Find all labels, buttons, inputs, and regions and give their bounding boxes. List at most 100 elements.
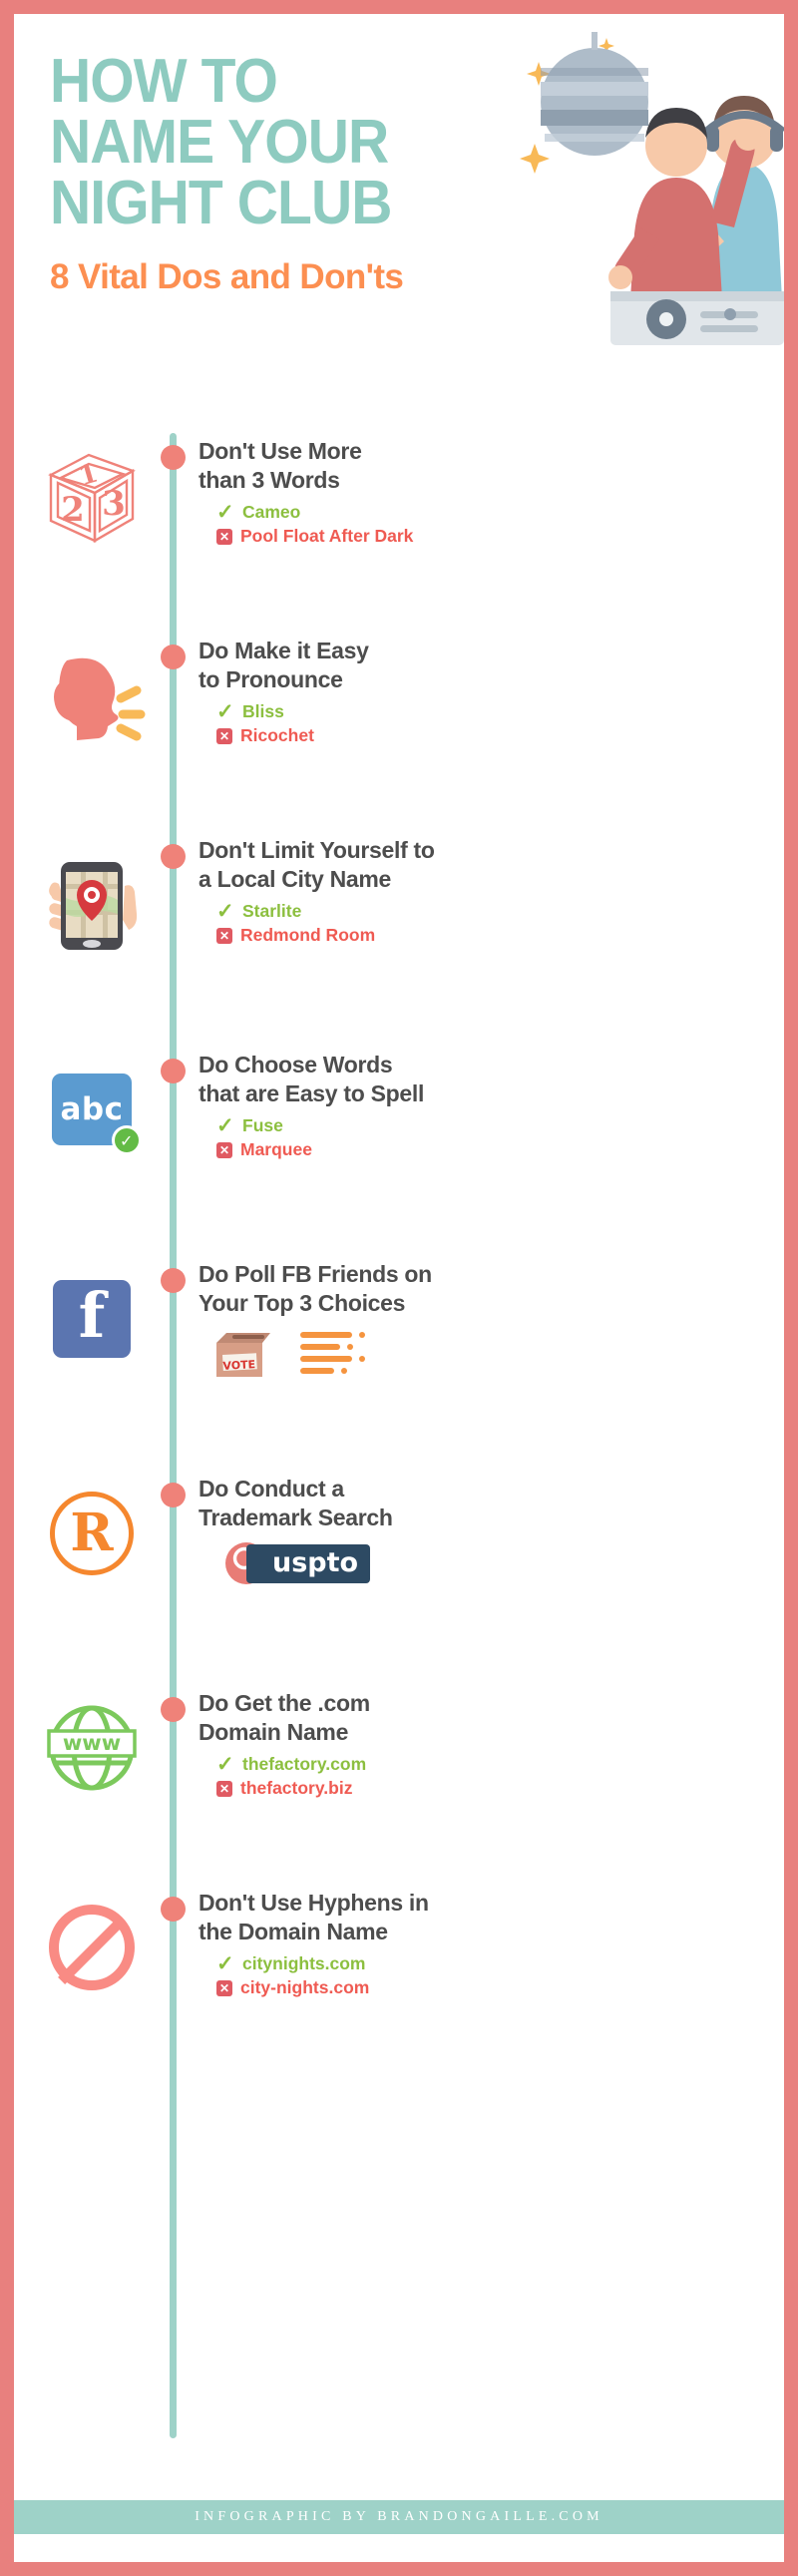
item-examples: ✓ citynights.com ✕ city-nights.com <box>199 1953 784 1998</box>
no-symbol <box>49 1905 135 1990</box>
cross-icon: ✕ <box>216 927 232 944</box>
timeline-dot <box>161 1697 186 1722</box>
list-item: f Do Poll FB Friends on Your Top 3 Choic… <box>14 1256 784 1471</box>
item-icon-cell: R <box>14 1471 170 1588</box>
list-item: Don't Use Hyphens in the Domain Name ✓ c… <box>14 1885 784 2084</box>
list-item: Don't Limit Yourself to a Local City Nam… <box>14 832 784 1047</box>
example-good: ✓ thefactory.com <box>216 1754 784 1775</box>
item-examples: ✓ Fuse ✕ Marquee <box>199 1115 784 1160</box>
item-extra-row: VOTE <box>199 1327 784 1379</box>
example-label: Fuse <box>242 1115 283 1136</box>
item-text-cell: Do Get the .com Domain Name ✓ thefactory… <box>177 1685 784 1802</box>
item-title-line: Do Conduct a <box>199 1476 344 1502</box>
example-label: Cameo <box>242 502 301 523</box>
hand-holding-phone-map-pin-icon <box>49 862 138 950</box>
item-title: Do Choose Words that are Easy to Spell <box>199 1051 784 1107</box>
item-title: Do Make it Easy to Pronounce <box>199 637 784 693</box>
item-title-line: a Local City Name <box>199 865 392 892</box>
title-line-3: NIGHT CLUB <box>50 168 392 237</box>
example-bad: ✕ Redmond Room <box>216 925 784 946</box>
item-text-cell: Do Make it Easy to Pronounce ✓ Bliss ✕ R… <box>177 633 784 749</box>
item-text-cell: Don't Use More than 3 Words ✓ Cameo ✕ Po… <box>177 433 784 550</box>
item-title-line: the Domain Name <box>199 1918 388 1944</box>
list-item: R Do Conduct a Trademark Search uspto <box>14 1471 784 1685</box>
facebook-tile-label: f <box>78 1279 106 1353</box>
title-line-1: HOW TO <box>50 47 278 116</box>
example-bad: ✕ thefactory.biz <box>216 1778 784 1799</box>
check-icon: ✓ <box>216 1114 234 1138</box>
example-label: Starlite <box>242 901 302 922</box>
item-text-cell: Don't Use Hyphens in the Domain Name ✓ c… <box>177 1885 784 2001</box>
item-icon-cell <box>14 1885 170 2002</box>
title-line-2: NAME YOUR <box>50 107 389 177</box>
item-icon-cell: f <box>14 1256 170 1374</box>
list-item: www Do Get the .com Domain Name ✓ thefac… <box>14 1685 784 1885</box>
example-bad: ✕ Ricochet <box>216 725 784 746</box>
item-title-line: Do Choose Words <box>199 1052 393 1077</box>
item-examples: ✓ Bliss ✕ Ricochet <box>199 701 784 746</box>
item-icon-cell <box>14 832 170 950</box>
registered-trademark-icon: R <box>37 1479 147 1588</box>
example-label: Pool Float After Dark <box>240 526 414 547</box>
example-bad: ✕ Pool Float After Dark <box>216 526 784 547</box>
timeline-dot <box>161 1268 186 1293</box>
item-title: Do Conduct a Trademark Search <box>199 1475 784 1531</box>
example-label: thefactory.biz <box>240 1778 353 1799</box>
item-text-cell: Don't Limit Yourself to a Local City Nam… <box>177 832 784 949</box>
footer-credit: Infographic by BrandonGaille.com <box>195 2509 603 2524</box>
cross-icon: ✕ <box>216 528 232 545</box>
facebook-tile: f <box>53 1280 131 1358</box>
timeline-dot <box>161 844 186 869</box>
svg-text:3: 3 <box>102 484 126 524</box>
check-icon: ✓ <box>216 1753 234 1777</box>
item-title-line: than 3 Words <box>199 466 340 493</box>
list-item: abc ✓ Do Choose Words that are Easy to S… <box>14 1047 784 1256</box>
abc-tile: abc ✓ <box>52 1073 142 1155</box>
item-text-cell: Do Choose Words that are Easy to Spell ✓… <box>177 1047 784 1163</box>
example-label: city-nights.com <box>240 1977 370 1998</box>
item-icon-cell: abc ✓ <box>14 1047 170 1164</box>
abc-spelling-icon: abc ✓ <box>37 1055 147 1164</box>
poster-inner: HOW TO NAME YOUR NIGHT CLUB 8 Vital Dos … <box>14 14 784 2562</box>
item-title-line: Domain Name <box>199 1718 349 1745</box>
header: HOW TO NAME YOUR NIGHT CLUB 8 Vital Dos … <box>14 14 784 433</box>
item-title-line: to Pronounce <box>199 665 343 692</box>
example-good: ✓ Starlite <box>216 901 784 922</box>
item-title: Don't Use Hyphens in the Domain Name <box>199 1889 784 1945</box>
item-title: Do Get the .com Domain Name <box>199 1689 784 1746</box>
vote-ballot-box-icon: VOTE <box>216 1333 270 1378</box>
cross-icon: ✕ <box>216 1780 232 1797</box>
timeline-dot <box>161 445 186 470</box>
timeline-dot <box>161 1059 186 1083</box>
cross-icon: ✕ <box>216 1141 232 1158</box>
timeline-dot <box>161 1897 186 1922</box>
r-circle-label: R <box>70 1503 114 1563</box>
green-check-badge-icon: ✓ <box>112 1125 142 1155</box>
item-examples: ✓ Cameo ✕ Pool Float After Dark <box>199 502 784 547</box>
svg-text:www: www <box>63 1731 121 1755</box>
item-title-line: Do Poll FB Friends on <box>199 1261 432 1287</box>
cross-icon: ✕ <box>216 727 232 744</box>
page-subtitle: 8 Vital Dos and Don'ts <box>50 257 404 297</box>
www-globe-icon: www <box>47 1705 137 1791</box>
item-title: Don't Use More than 3 Words <box>199 437 784 494</box>
item-text-cell: Do Poll FB Friends on Your Top 3 Choices… <box>177 1256 784 1379</box>
item-title-line: Do Get the .com <box>199 1690 370 1716</box>
example-good: ✓ Bliss <box>216 701 784 722</box>
item-title-line: Don't Limit Yourself to <box>199 837 435 863</box>
check-icon: ✓ <box>216 700 234 724</box>
example-label: Bliss <box>242 701 284 722</box>
item-title-line: Do Make it Easy <box>199 638 369 663</box>
item-examples: ✓ thefactory.com ✕ thefactory.biz <box>199 1754 784 1799</box>
item-title-line: Don't Use Hyphens in <box>199 1890 429 1916</box>
speaking-head-icon <box>54 657 146 741</box>
infographic-poster: HOW TO NAME YOUR NIGHT CLUB 8 Vital Dos … <box>0 0 798 2576</box>
example-good: ✓ Fuse <box>216 1115 784 1136</box>
example-label: Redmond Room <box>240 925 376 946</box>
footer-bar: Infographic by BrandonGaille.com <box>14 2500 784 2534</box>
abc-blocks-123-icon: 1 2 3 <box>48 453 136 544</box>
check-icon: ✓ <box>216 1952 234 1976</box>
check-icon: ✓ <box>216 501 234 525</box>
timeline-dot <box>161 1483 186 1507</box>
example-good: ✓ Cameo <box>216 502 784 523</box>
